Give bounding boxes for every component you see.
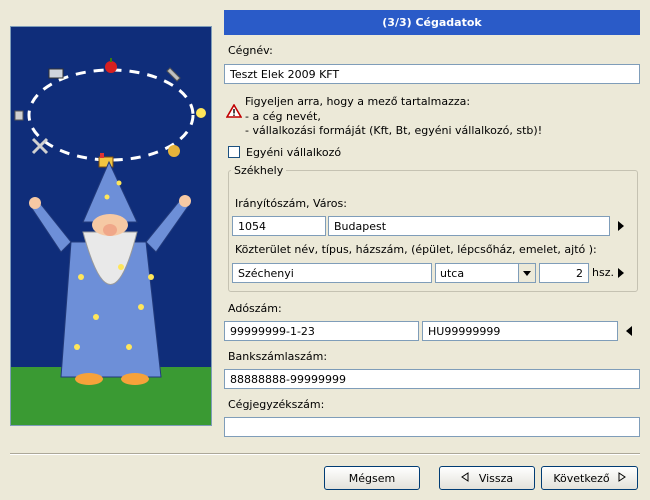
- house-number-suffix: hsz.: [592, 266, 614, 279]
- header-title-bar: (3/3) Cégadatok: [224, 10, 640, 35]
- zip-input[interactable]: 1054: [232, 216, 326, 236]
- street-type-select[interactable]: utca: [435, 263, 536, 283]
- company-name-label: Cégnév:: [228, 44, 273, 57]
- moneybag-icon: [168, 145, 180, 157]
- street-type-value: utca: [440, 266, 465, 280]
- house-number-input[interactable]: 2: [539, 263, 589, 283]
- chevron-down-icon[interactable]: [518, 264, 535, 282]
- tax-number-input[interactable]: 99999999-1-23: [224, 321, 419, 341]
- warning-text: Figyeljen arra, hogy a mező tartalmazza:…: [245, 95, 542, 139]
- street-label: Közterület név, típus, házszám, (épület,…: [235, 243, 597, 256]
- triangle-left-icon: [460, 471, 469, 485]
- company-name-input[interactable]: Teszt Elek 2009 KFT: [224, 64, 640, 84]
- cancel-button-label: Mégsem: [348, 471, 396, 485]
- expand-arrow-icon[interactable]: [618, 268, 624, 278]
- triangle-right-icon: [618, 471, 626, 485]
- expand-arrow-icon[interactable]: [618, 221, 624, 231]
- sole-trader-checkbox[interactable]: [228, 146, 240, 158]
- warning-icon: [225, 103, 243, 121]
- bank-account-label: Bankszámlaszám:: [228, 350, 328, 363]
- sole-trader-label[interactable]: Egyéni vállalkozó: [246, 146, 341, 159]
- street-name-input[interactable]: Széchenyi: [232, 263, 432, 283]
- warning-line-3: - vállalkozási formáját (Kft, Bt, egyéni…: [245, 124, 543, 137]
- back-button-label: Vissza: [478, 471, 514, 485]
- address-group-label: Székhely: [231, 164, 287, 177]
- wizard-illustration: [10, 26, 212, 426]
- registry-number-label: Cégjegyzékszám:: [228, 398, 325, 411]
- back-button[interactable]: Vissza: [439, 466, 535, 490]
- tax-number-label: Adószám:: [228, 302, 282, 315]
- lock-icon: [14, 110, 24, 121]
- registry-number-input[interactable]: [224, 417, 640, 437]
- next-button[interactable]: Következő: [541, 466, 638, 490]
- bank-account-input[interactable]: 88888888-99999999: [224, 369, 640, 389]
- collapse-arrow-icon[interactable]: [626, 326, 632, 336]
- warning-line-1: Figyeljen arra, hogy a mező tartalmazza:: [245, 95, 471, 108]
- cancel-button[interactable]: Mégsem: [324, 466, 420, 490]
- city-input[interactable]: Budapest: [328, 216, 610, 236]
- eu-tax-number-input[interactable]: HU99999999: [422, 321, 618, 341]
- keyboard-icon: [48, 68, 64, 79]
- page-title: (3/3) Cégadatok: [382, 16, 482, 29]
- next-button-label: Következő: [553, 471, 610, 485]
- zip-city-label: Irányítószám, Város:: [235, 197, 347, 210]
- warning-line-2: - a cég nevét,: [245, 109, 321, 123]
- lightbulb-icon: [196, 108, 206, 118]
- divider: [10, 453, 640, 455]
